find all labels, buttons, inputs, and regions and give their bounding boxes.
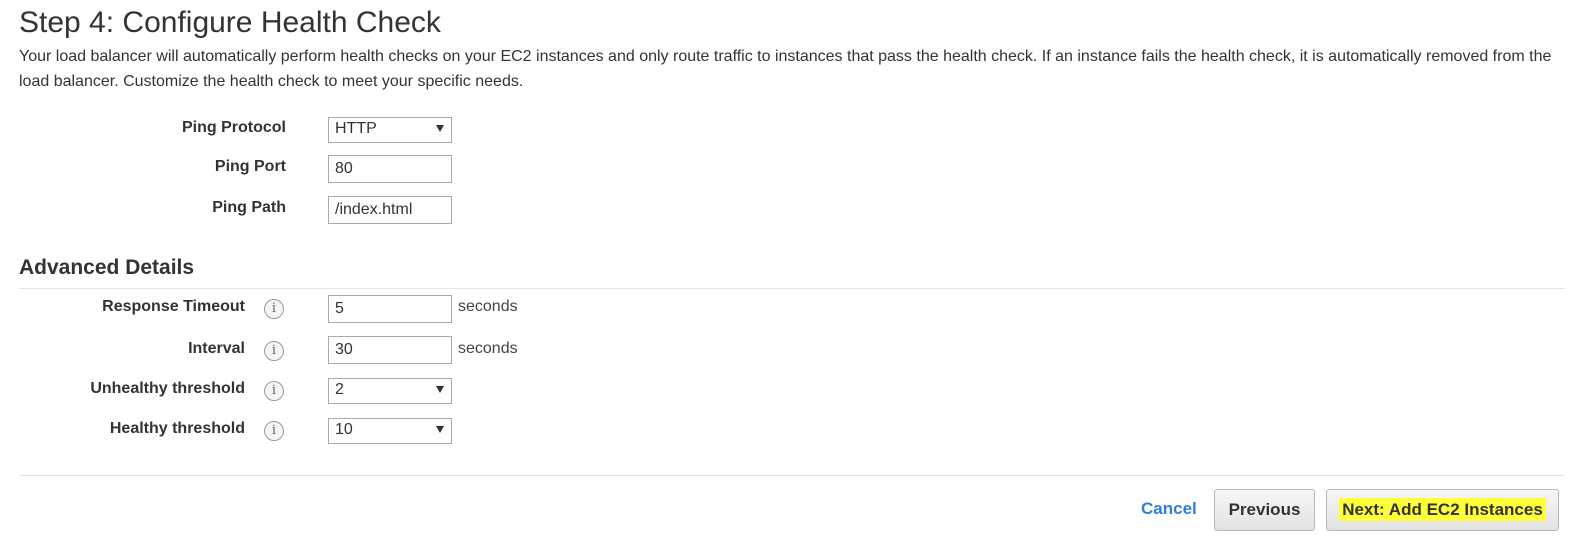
page-title: Step 4: Configure Health Check	[19, 6, 441, 39]
response-timeout-unit: seconds	[458, 298, 518, 315]
unhealthy-threshold-value: 2	[335, 381, 344, 398]
interval-unit: seconds	[458, 340, 518, 357]
ping-protocol-select[interactable]: HTTP	[328, 117, 452, 143]
ping-path-input[interactable]	[328, 196, 452, 224]
chevron-down-icon	[436, 386, 444, 393]
ping-path-label: Ping Path	[212, 199, 286, 216]
previous-button-label: Previous	[1228, 500, 1301, 519]
next-add-ec2-instances-button[interactable]: Next: Add EC2 Instances	[1326, 489, 1559, 531]
ping-protocol-value: HTTP	[335, 120, 377, 137]
healthy-threshold-label: Healthy threshold	[109, 420, 245, 437]
previous-button[interactable]: Previous	[1214, 489, 1315, 531]
cancel-link[interactable]: Cancel	[1141, 499, 1197, 519]
chevron-down-icon	[436, 125, 444, 132]
ping-protocol-label: Ping Protocol	[182, 119, 286, 136]
advanced-details-divider	[19, 288, 1565, 289]
info-icon[interactable]: i	[264, 381, 284, 401]
healthy-threshold-value: 10	[335, 421, 353, 438]
configure-health-check-page: Step 4: Configure Health Check Your load…	[0, 0, 1580, 551]
interval-label: Interval	[188, 340, 245, 357]
chevron-down-icon	[436, 426, 444, 433]
unhealthy-threshold-label: Unhealthy threshold	[90, 380, 245, 397]
unhealthy-threshold-select[interactable]: 2	[328, 378, 452, 404]
advanced-details-heading: Advanced Details	[19, 256, 195, 279]
next-button-label: Next: Add EC2 Instances	[1339, 498, 1546, 521]
info-icon[interactable]: i	[264, 421, 284, 441]
page-description: Your load balancer will automatically pe…	[19, 48, 1552, 90]
info-icon[interactable]: i	[264, 341, 284, 361]
healthy-threshold-select[interactable]: 10	[328, 418, 452, 444]
footer-divider	[19, 475, 1565, 476]
response-timeout-input[interactable]	[328, 295, 452, 323]
response-timeout-label: Response Timeout	[102, 298, 245, 315]
ping-port-input[interactable]	[328, 155, 452, 183]
interval-input[interactable]	[328, 336, 452, 364]
info-icon[interactable]: i	[264, 299, 284, 319]
ping-port-label: Ping Port	[214, 158, 286, 175]
